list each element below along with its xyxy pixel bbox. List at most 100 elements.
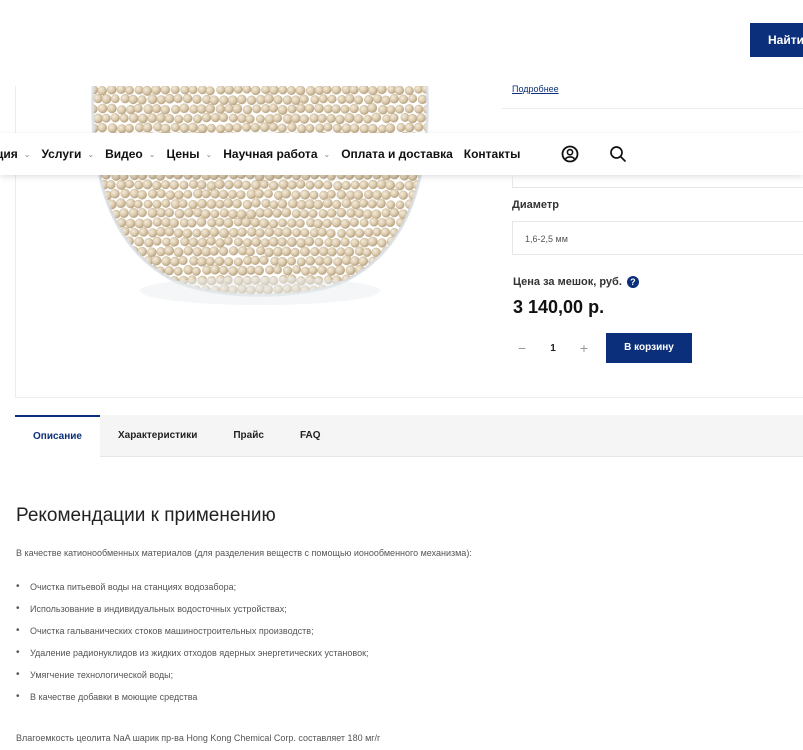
chevron-down-icon: ⌄ xyxy=(23,149,31,159)
zeolite-bead xyxy=(197,198,208,209)
zeolite-bead xyxy=(125,256,135,266)
section-title: Рекомендации к применению xyxy=(16,505,276,526)
zeolite-bead xyxy=(97,86,107,96)
nav-item-research[interactable]: Научная работа ⌄ xyxy=(223,147,330,161)
zeolite-bead xyxy=(201,113,212,123)
zeolite-bead xyxy=(92,228,95,238)
tab-description[interactable]: Описание xyxy=(15,415,100,457)
zeolite-bead xyxy=(322,198,333,209)
zeolite-bead xyxy=(380,265,390,275)
zeolite-bead xyxy=(117,105,127,115)
zeolite-bead xyxy=(92,217,99,228)
zeolite-bead xyxy=(259,255,269,265)
zeolite-bead xyxy=(233,86,243,94)
zeolite-bead xyxy=(264,227,275,237)
nav-item-contacts[interactable]: Контакты xyxy=(464,147,521,161)
zeolite-bead xyxy=(314,237,324,247)
nav-item-label: Услуги xyxy=(41,147,82,161)
zeolite-bead xyxy=(218,112,229,123)
zeolite-bead xyxy=(358,198,369,208)
zeolite-bead xyxy=(345,265,356,276)
zeolite-bead xyxy=(268,122,278,132)
zeolite-bead xyxy=(408,94,418,104)
zeolite-bead xyxy=(331,86,342,95)
zeolite-bead xyxy=(174,114,184,124)
increment-button[interactable]: + xyxy=(574,334,594,362)
zeolite-bead xyxy=(431,277,435,286)
zeolite-bead xyxy=(426,208,428,218)
zeolite-bead xyxy=(156,247,166,257)
zeolite-bead xyxy=(171,104,181,114)
tab-price-list[interactable]: Прайс xyxy=(215,415,282,457)
zeolite-bead xyxy=(103,247,113,257)
zeolite-bead xyxy=(304,236,315,247)
zeolite-bead xyxy=(148,189,158,199)
zeolite-bead xyxy=(281,188,292,199)
zeolite-bead xyxy=(281,207,292,218)
search-button[interactable]: Найти xyxy=(750,23,803,57)
nav-item-video[interactable]: Видео ⌄ xyxy=(105,147,155,161)
zeolite-bead xyxy=(169,256,180,267)
variant-select-partial[interactable] xyxy=(512,175,803,188)
zeolite-bead xyxy=(152,104,162,114)
zeolite-bead xyxy=(161,256,172,267)
zeolite-bead xyxy=(300,189,310,200)
zeolite-bead xyxy=(395,104,405,114)
user-icon[interactable] xyxy=(559,143,581,165)
zeolite-bead xyxy=(395,181,405,191)
search-icon[interactable] xyxy=(607,143,629,165)
nav-item-production[interactable]: ция ⌄ xyxy=(0,147,30,161)
decrement-button[interactable]: − xyxy=(512,334,532,362)
zeolite-bead xyxy=(277,199,288,209)
zeolite-bead xyxy=(331,104,341,114)
zeolite-bead xyxy=(346,208,356,218)
zeolite-bead xyxy=(119,208,129,218)
zeolite-bead xyxy=(389,207,399,218)
zeolite-bead xyxy=(143,199,153,209)
zeolite-bead xyxy=(170,86,180,95)
zeolite-bead xyxy=(417,207,427,218)
chevron-down-icon: ⌄ xyxy=(323,149,331,159)
zeolite-bead xyxy=(305,123,315,133)
quantity-input[interactable] xyxy=(532,342,574,354)
help-icon[interactable]: ? xyxy=(626,276,639,288)
nav-item-services[interactable]: Услуги ⌄ xyxy=(41,147,94,161)
nav-item-payment-delivery[interactable]: Оплата и доставка xyxy=(341,147,453,161)
zeolite-bead xyxy=(369,217,379,227)
zeolite-bead xyxy=(390,188,400,198)
zeolite-bead xyxy=(373,94,383,104)
zeolite-bead xyxy=(144,237,154,248)
zeolite-bead xyxy=(147,94,158,105)
zeolite-bead xyxy=(209,227,220,237)
tab-characteristics[interactable]: Характеристики xyxy=(100,415,215,457)
zeolite-bead xyxy=(390,247,401,257)
diameter-select[interactable]: 1,6-2,5 мм xyxy=(512,221,803,255)
nav-item-prices[interactable]: Цены ⌄ xyxy=(166,147,212,161)
zeolite-bead xyxy=(156,113,166,123)
zeolite-bead xyxy=(272,208,282,218)
zeolite-bead xyxy=(179,123,190,133)
zeolite-bead xyxy=(364,95,374,105)
zeolite-bead xyxy=(97,199,107,210)
zeolite-bead xyxy=(292,228,302,238)
zeolite-bead xyxy=(295,218,305,228)
zeolite-bead xyxy=(125,86,134,95)
tab-faq[interactable]: FAQ xyxy=(282,415,339,457)
more-details-link[interactable]: Подробнее xyxy=(512,84,559,94)
zeolite-bead xyxy=(272,246,283,257)
zeolite-bead xyxy=(180,86,190,95)
zeolite-bead xyxy=(92,275,99,286)
add-to-cart-button[interactable]: В корзину xyxy=(606,333,692,363)
zeolite-bead xyxy=(151,86,162,95)
zeolite-bead xyxy=(146,247,157,258)
zeolite-bead xyxy=(207,218,217,228)
zeolite-bead xyxy=(340,218,351,229)
sticky-navbar: ция ⌄ Услуги ⌄ Видео ⌄ Цены ⌄ Научная ра… xyxy=(0,133,803,175)
zeolite-bead xyxy=(353,114,364,124)
zeolite-bead xyxy=(422,179,428,190)
zeolite-bead xyxy=(246,209,257,220)
zeolite-bead xyxy=(92,284,94,295)
zeolite-bead xyxy=(108,256,118,266)
zeolite-bead xyxy=(246,265,256,275)
nav-item-label: Контакты xyxy=(463,147,521,161)
